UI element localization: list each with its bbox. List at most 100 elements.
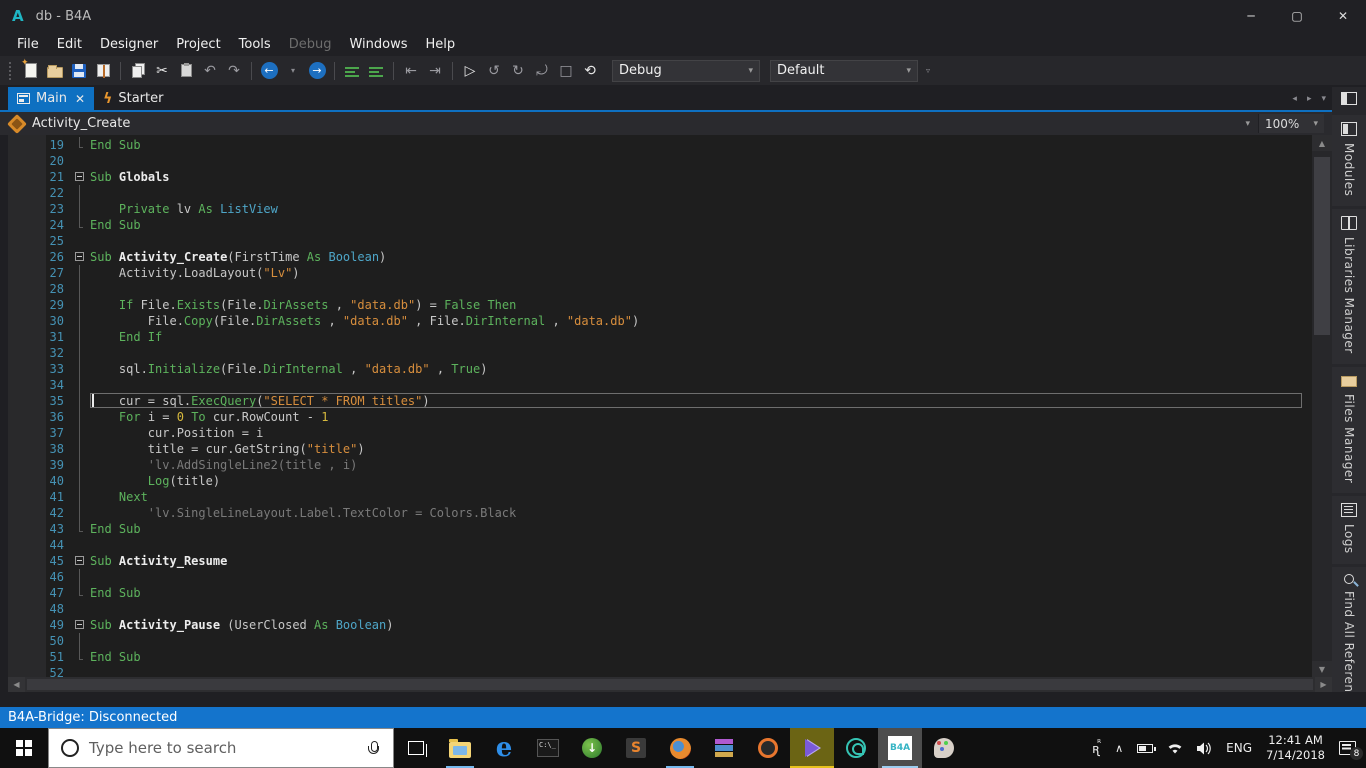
code-line[interactable]: 24 End Sub [8,217,1304,233]
taskbar-app-idm[interactable]: ↓ [570,728,614,768]
wifi-icon[interactable] [1167,742,1183,755]
navigate-back-icon[interactable]: ← [257,59,281,83]
vertical-scrollbar[interactable]: ▲ ▼ [1312,135,1332,677]
save-icon[interactable] [67,59,91,83]
horizontal-scroll-thumb[interactable] [27,679,1313,690]
volume-icon[interactable] [1197,742,1212,755]
code-line[interactable]: 25 [8,233,1304,249]
menu-project[interactable]: Project [167,34,229,55]
code-line[interactable]: 35 cur = sql.ExecQuery("SELECT * FROM ti… [8,393,1304,409]
tab-close-icon[interactable]: ✕ [75,92,85,106]
taskbar-app-file-explorer[interactable] [438,728,482,768]
code-line[interactable]: 27 Activity.LoadLayout("Lv") [8,265,1304,281]
compile-release-icon[interactable]: ↻ [506,59,530,83]
taskbar-app-paint[interactable] [922,728,966,768]
microphone-icon[interactable] [368,740,379,756]
language-indicator[interactable]: ENG [1226,741,1252,755]
cut-icon[interactable]: ✂ [150,59,174,83]
tab-scroll-left-icon[interactable]: ◂ [1292,94,1297,104]
comment-icon[interactable] [340,59,364,83]
scroll-left-icon[interactable]: ◀ [8,677,25,692]
menu-debug[interactable]: Debug [280,34,341,55]
start-button[interactable] [0,728,48,768]
taskbar-search-input[interactable]: Type here to search [48,728,394,768]
code-line[interactable]: 32 [8,345,1304,361]
stop-icon[interactable]: □ [554,59,578,83]
fold-collapse-icon[interactable] [74,169,90,185]
vertical-scroll-thumb[interactable] [1314,157,1330,335]
menu-tools[interactable]: Tools [230,34,280,55]
taskbar-app-winrar[interactable] [702,728,746,768]
tab-starter[interactable]: ϟ Starter [94,87,172,110]
code-line[interactable]: 31 End If [8,329,1304,345]
code-line[interactable]: 23 Private lv As ListView [8,201,1304,217]
code-line[interactable]: 33 sql.Initialize(File.DirInternal , "da… [8,361,1304,377]
code-line[interactable]: 49 Sub Activity_Pause (UserClosed As Bool… [8,617,1304,633]
code-line[interactable]: 39 'lv.AddSingleLine2(title , i) [8,457,1304,473]
toolbar-overflow-icon[interactable]: ▿ [926,66,930,75]
taskbar-app-edge[interactable]: e [482,728,526,768]
code-line[interactable]: 40 Log(title) [8,473,1304,489]
code-line[interactable]: 20 [8,153,1304,169]
menu-help[interactable]: Help [417,34,465,55]
code-line[interactable]: 48 [8,601,1304,617]
scroll-up-icon[interactable]: ▲ [1312,135,1332,151]
menu-file[interactable]: File [8,34,48,55]
code-line[interactable]: 50 [8,633,1304,649]
next-sub-icon[interactable]: ⇥ [423,59,447,83]
code-line[interactable]: 41 Next [8,489,1304,505]
sub-selector-dropdown[interactable]: Activity_Create ▾ [32,116,1258,131]
code-editor[interactable]: 19 End Sub 20 21 Sub Globals 22 23 Private lv … [8,135,1332,692]
restart-icon[interactable]: ⟲ [578,59,602,83]
scroll-down-icon[interactable]: ▼ [1312,661,1332,677]
package-icon[interactable] [91,59,115,83]
horizontal-scrollbar[interactable]: ◀ ▶ [8,677,1332,692]
sidebar-tab-libraries-manager[interactable]: Libraries Manager [1332,209,1366,365]
tray-expand-icon[interactable]: ∧ [1115,742,1123,755]
toolbar-grip[interactable] [9,61,14,80]
run-icon[interactable]: ▷ [458,59,482,83]
tab-list-dropdown-icon[interactable]: ▾ [1321,94,1326,104]
taskbar-app-firefox[interactable] [658,728,702,768]
code-line[interactable]: 29 If File.Exists(File.DirAssets , "data… [8,297,1304,313]
redo-icon[interactable]: ↷ [222,59,246,83]
task-view-button[interactable] [394,728,438,768]
resume-icon[interactable]: ⤾ [530,59,554,83]
taskbar-app-command-prompt[interactable]: C:\_ [526,728,570,768]
code-line[interactable]: 44 [8,537,1304,553]
code-area[interactable]: 19 End Sub 20 21 Sub Globals 22 23 Private lv … [8,137,1304,692]
code-line[interactable]: 34 [8,377,1304,393]
sidebar-tab-modules[interactable]: Modules [1332,115,1366,207]
code-line[interactable]: 38 title = cur.GetString("title") [8,441,1304,457]
build-config-dropdown[interactable]: Default ▾ [770,59,918,82]
uncomment-icon[interactable] [364,59,388,83]
code-line[interactable]: 45 Sub Activity_Resume [8,553,1304,569]
code-line[interactable]: 26 Sub Activity_Create(FirstTime As Boole… [8,249,1304,265]
taskbar-app-navicat[interactable] [834,728,878,768]
sidebar-tab-logs[interactable]: Logs [1332,496,1366,565]
taskbar-app-media-player[interactable] [746,728,790,768]
maximize-button[interactable]: ▢ [1274,0,1320,32]
copy-icon[interactable] [126,59,150,83]
menu-edit[interactable]: Edit [48,34,91,55]
new-project-icon[interactable] [19,58,43,83]
fold-collapse-icon[interactable] [74,617,90,633]
code-line[interactable]: 42 'lv.SingleLineLayout.Label.TextColor … [8,505,1304,521]
tab-main[interactable]: Main ✕ [8,87,95,110]
compile-debug-icon[interactable]: ↺ [482,59,506,83]
people-icon[interactable]: ꭆᴿ [1092,739,1101,757]
code-line[interactable]: 46 [8,569,1304,585]
code-line[interactable]: 47 End Sub [8,585,1304,601]
taskbar-app-b4a[interactable]: B4A [878,728,922,768]
code-line[interactable]: 21 Sub Globals [8,169,1304,185]
code-line[interactable]: 28 [8,281,1304,297]
minimize-button[interactable]: ─ [1228,0,1274,32]
action-center-icon[interactable]: 8 [1339,741,1363,760]
fold-collapse-icon[interactable] [74,249,90,265]
menu-windows[interactable]: Windows [340,34,416,55]
sidebar-tab-files-manager[interactable]: Files Manager [1332,367,1366,494]
code-line[interactable]: 22 [8,185,1304,201]
clock[interactable]: 12:41 AM 7/14/2018 [1266,733,1325,763]
code-line[interactable]: 19 End Sub [8,137,1304,153]
debug-mode-dropdown[interactable]: Debug ▾ [612,59,760,82]
